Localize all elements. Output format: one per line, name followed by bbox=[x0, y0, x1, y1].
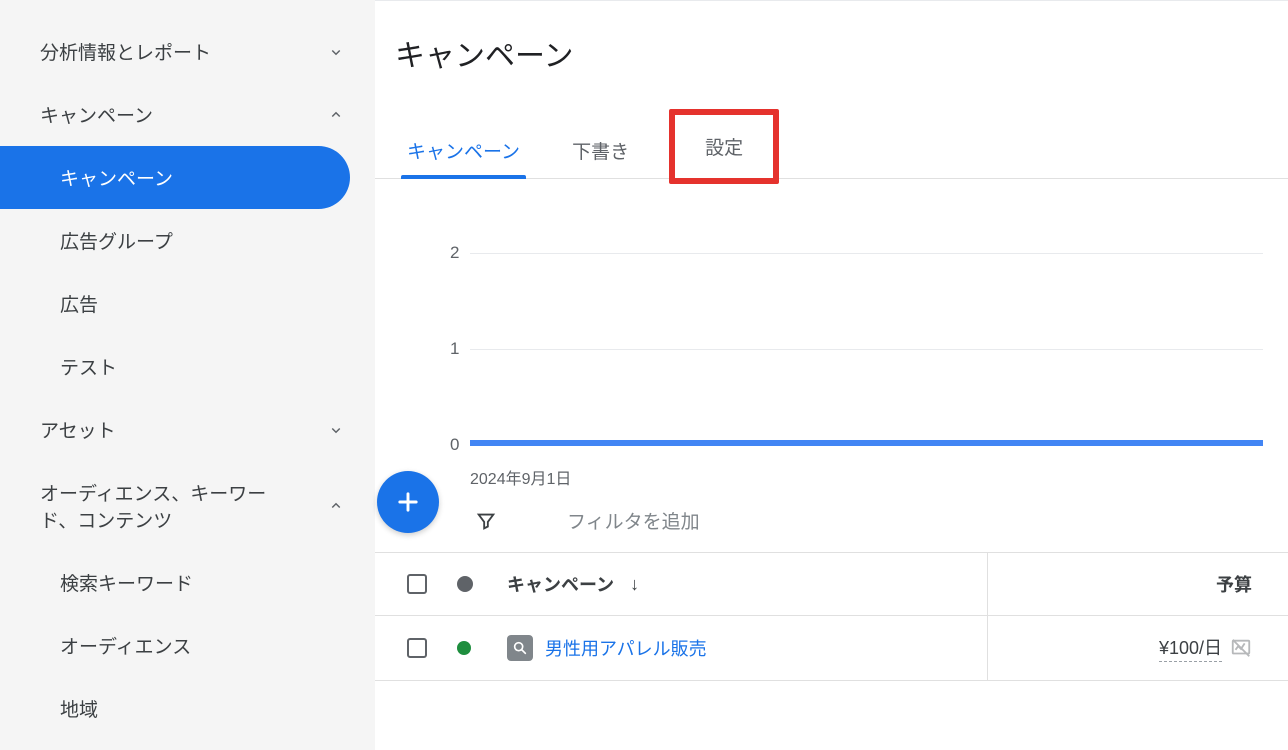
subnav-regions[interactable]: 地域 bbox=[0, 677, 375, 740]
tab-campaigns[interactable]: キャンペーン bbox=[395, 127, 532, 178]
subnav-campaigns[interactable]: キャンペーン bbox=[0, 146, 350, 209]
chevron-up-icon bbox=[327, 497, 345, 515]
sort-down-icon: ↓ bbox=[630, 574, 639, 595]
subnav-label: 広告 bbox=[60, 295, 98, 316]
page-title: キャンペーン bbox=[375, 31, 1288, 75]
table-header-row: キャンペーン ↓ 予算 bbox=[375, 553, 1288, 616]
nav-audiences-keywords-content[interactable]: オーディエンス、キーワード、コンテンツ bbox=[0, 461, 375, 551]
subnav-label: キャンペーン bbox=[60, 169, 173, 190]
nav-item-label: アセット bbox=[40, 416, 116, 443]
main-content: キャンペーン キャンペーン 下書き 設定 2 1 0 2024年9月1日 bbox=[375, 0, 1288, 750]
nav-item-label: オーディエンス、キーワード、コンテンツ bbox=[40, 479, 280, 533]
subnav-label: 地域 bbox=[60, 700, 98, 721]
filter-bar: フィルタを追加 bbox=[375, 489, 1288, 553]
tabs: キャンペーン 下書き 設定 bbox=[375, 115, 1288, 179]
row-checkbox[interactable] bbox=[407, 638, 427, 658]
x-axis-start-label: 2024年9月1日 bbox=[470, 465, 571, 489]
chart-series-bar bbox=[470, 440, 1263, 446]
column-header-budget[interactable]: 予算 bbox=[988, 571, 1268, 597]
subnav-ad-groups[interactable]: 広告グループ bbox=[0, 209, 375, 272]
chart: 2 1 0 2024年9月1日 bbox=[395, 219, 1268, 459]
select-all-checkbox[interactable] bbox=[407, 574, 427, 594]
nav-insights-reports[interactable]: 分析情報とレポート bbox=[0, 20, 375, 83]
subnav-label: テスト bbox=[60, 358, 117, 379]
nav-item-label: キャンペーン bbox=[40, 101, 153, 128]
add-campaign-button[interactable] bbox=[377, 471, 439, 533]
chart-disabled-icon bbox=[1230, 637, 1252, 659]
nav-campaigns[interactable]: キャンペーン bbox=[0, 83, 375, 146]
subnav-ads[interactable]: 広告 bbox=[0, 272, 375, 335]
subnav-tests[interactable]: テスト bbox=[0, 335, 375, 398]
subnav-label: オーディエンス bbox=[60, 637, 191, 658]
tab-drafts[interactable]: 下書き bbox=[560, 127, 641, 178]
column-header-campaign[interactable]: キャンペーン ↓ bbox=[507, 571, 987, 597]
subnav-label: 検索キーワード bbox=[60, 574, 193, 595]
campaign-name-link[interactable]: 男性用アパレル販売 bbox=[545, 635, 707, 661]
chevron-down-icon bbox=[327, 43, 345, 61]
table-row: 男性用アパレル販売 ¥100/日 bbox=[375, 616, 1288, 681]
y-tick-0: 0 bbox=[450, 435, 459, 455]
gridline bbox=[470, 349, 1263, 350]
status-enabled-icon bbox=[457, 641, 471, 655]
chart-area: 2 1 0 2024年9月1日 bbox=[375, 179, 1288, 459]
search-campaign-icon bbox=[507, 635, 533, 661]
tab-settings[interactable]: 設定 bbox=[669, 109, 779, 184]
gridline bbox=[470, 253, 1263, 254]
tab-label: 設定 bbox=[705, 138, 743, 159]
subnav-search-keywords[interactable]: 検索キーワード bbox=[0, 551, 375, 614]
column-header-label: 予算 bbox=[1216, 571, 1252, 597]
column-header-label: キャンペーン bbox=[507, 571, 614, 597]
nav-assets[interactable]: アセット bbox=[0, 398, 375, 461]
budget-value[interactable]: ¥100/日 bbox=[1159, 634, 1222, 662]
status-header-icon bbox=[457, 576, 473, 592]
tab-label: キャンペーン bbox=[407, 142, 520, 163]
subnav-label: 広告グループ bbox=[60, 232, 173, 253]
filter-icon[interactable] bbox=[475, 510, 497, 532]
chevron-up-icon bbox=[327, 106, 345, 124]
subnav-audiences[interactable]: オーディエンス bbox=[0, 614, 375, 677]
chevron-down-icon bbox=[327, 421, 345, 439]
nav-item-label: 分析情報とレポート bbox=[40, 38, 211, 65]
tab-label: 下書き bbox=[572, 142, 629, 163]
sidebar: 分析情報とレポート キャンペーン キャンペーン 広告グループ 広告 テスト アセ… bbox=[0, 0, 375, 750]
plus-icon bbox=[394, 488, 422, 516]
y-tick-2: 2 bbox=[450, 243, 459, 263]
y-tick-1: 1 bbox=[450, 339, 459, 359]
filter-placeholder[interactable]: フィルタを追加 bbox=[567, 507, 700, 534]
